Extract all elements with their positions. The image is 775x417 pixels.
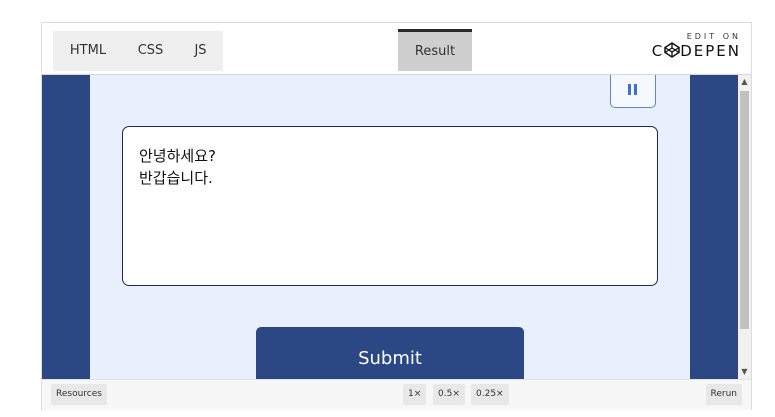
message-textarea[interactable]: 안녕하세요? 반갑습니다. [122,126,658,286]
tab-html[interactable]: HTML [53,31,123,71]
tab-css[interactable]: CSS [123,31,178,71]
codepen-logo-prefix: C [651,42,665,60]
rerun-button[interactable]: Rerun [705,384,742,405]
bottom-toolbar: Resources 1× 0.5× 0.25× Rerun [42,379,751,410]
pause-button[interactable] [610,75,656,108]
codepen-embed: HTML CSS JS Result EDIT ON C DEPEN 안녕하세요… [41,22,752,410]
pause-icon-bar [634,84,637,95]
edit-on-codepen-link[interactable]: EDIT ON C DEPEN [652,32,741,60]
pause-icon [628,84,631,95]
scroll-down-arrow-icon[interactable]: ▼ [738,365,751,379]
codepen-cube-icon [664,42,680,58]
scroll-up-arrow-icon[interactable]: ▲ [738,75,751,89]
zoom-0-25x-button[interactable]: 0.25× [471,384,509,405]
content-panel: 안녕하세요? 반갑습니다. Submit [90,75,690,379]
zoom-1x-button[interactable]: 1× [403,384,427,405]
tab-js[interactable]: JS [178,31,223,71]
codepen-logo: C DEPEN [652,42,741,60]
zoom-0-5x-button[interactable]: 0.5× [433,384,465,405]
edit-on-label: EDIT ON [686,32,741,41]
editor-tab-bar: HTML CSS JS Result EDIT ON C DEPEN [42,23,751,75]
codepen-logo-text: DEPEN [680,42,741,60]
submit-button[interactable]: Submit [256,327,524,379]
vertical-scrollbar[interactable]: ▲ ▼ [738,75,751,379]
resources-button[interactable]: Resources [51,384,107,405]
result-frame: 안녕하세요? 반갑습니다. Submit [42,75,738,379]
scroll-thumb[interactable] [740,91,749,329]
tab-result[interactable]: Result [398,29,472,71]
